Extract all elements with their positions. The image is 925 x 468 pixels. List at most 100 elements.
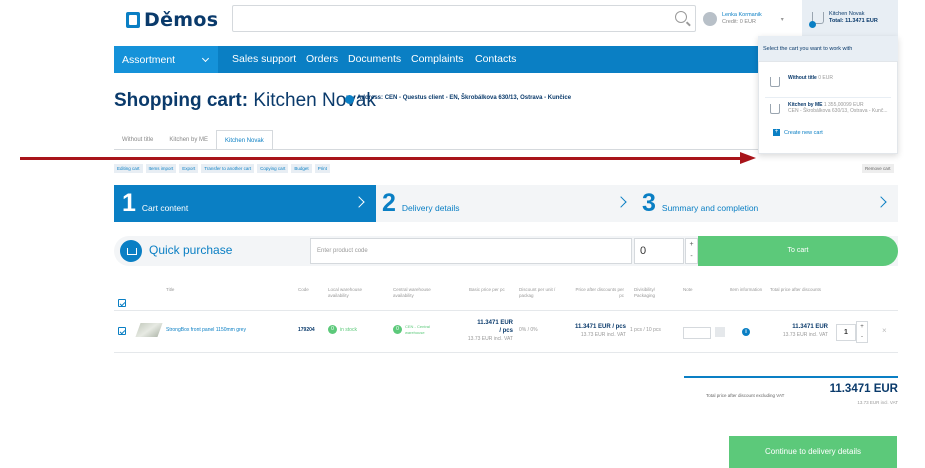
- quick-purchase-icon: [120, 240, 142, 262]
- col-code: Code: [298, 287, 309, 292]
- print-button[interactable]: Print: [314, 164, 330, 173]
- quick-purchase-label: Quick purchase: [149, 243, 233, 257]
- avatar-icon: [703, 12, 717, 26]
- local-stock-text: in stock: [340, 327, 357, 333]
- central-stock-text: CEN - Central warehouse: [405, 324, 430, 335]
- copying-cart-button[interactable]: Copying cart: [257, 164, 289, 173]
- delivery-address: Address: CEN - Questus client - EN, Škro…: [357, 95, 572, 101]
- minus-icon[interactable]: -: [686, 251, 697, 263]
- search-icon[interactable]: [675, 11, 687, 23]
- product-code: 179204: [298, 327, 315, 333]
- budget-button[interactable]: Budget: [291, 164, 312, 173]
- cart-icon: [770, 77, 780, 87]
- basic-price-unit: / pcs: [499, 328, 513, 334]
- basic-price: 11.3471 EUR: [477, 320, 513, 326]
- minus-icon[interactable]: -: [857, 332, 867, 342]
- total-label: Total price after discount excluding VAT: [706, 393, 785, 398]
- logo-text: Děmos: [144, 9, 219, 31]
- nav-item-sales-support[interactable]: Sales support: [232, 46, 296, 73]
- close-icon[interactable]: ×: [882, 326, 887, 335]
- row-total-incl: 13.73 EUR incl. VAT: [782, 332, 828, 338]
- nav-item-complaints[interactable]: Complaints: [411, 46, 464, 73]
- central-stock-badge: 0: [393, 325, 402, 334]
- product-title-link[interactable]: StrongBox front panel 1150mm grey: [166, 327, 246, 333]
- note-edit-icon[interactable]: [715, 327, 725, 337]
- user-credit: Credit: 0 EUR: [722, 19, 756, 25]
- logo[interactable]: Děmos: [126, 9, 218, 31]
- nav-item-assortment[interactable]: Assortment: [114, 46, 218, 73]
- annotation-arrow-head: [740, 152, 756, 164]
- nav-item-documents[interactable]: Documents: [348, 46, 401, 73]
- cart-dropdown-heading: Select the cart you want to work with: [758, 36, 898, 62]
- search-input[interactable]: [232, 5, 696, 32]
- product-code-input[interactable]: Enter product code: [310, 238, 632, 264]
- step-1: 1 Cart content: [122, 189, 189, 217]
- select-all-checkbox[interactable]: [118, 299, 126, 307]
- plus-icon[interactable]: +: [857, 322, 867, 332]
- cart-tabs: Without title Kitchen by ME Kitchen Nova…: [114, 130, 273, 150]
- editing-cart-button[interactable]: Editing cart: [114, 164, 143, 173]
- annotation-arrow-line: [20, 157, 742, 160]
- step-summary[interactable]: 3 Summary and completion: [642, 185, 758, 222]
- divider: [758, 61, 898, 62]
- user-name: Lenka Kormanik: [722, 12, 762, 18]
- current-cart-total: Total: 11.3471 EUR: [829, 18, 878, 24]
- price-after-discount: 11.3471 EUR / pcs: [574, 324, 626, 330]
- basic-price-incl: 13.73 EUR incl. VAT: [467, 336, 513, 342]
- step-delivery-details[interactable]: 2 Delivery details: [382, 185, 460, 222]
- tab-without-title[interactable]: Without title: [114, 130, 161, 150]
- total-incl-vat: 13.73 EUR incl. VAT: [857, 400, 898, 405]
- plus-icon: +: [773, 129, 780, 136]
- product-image: [135, 323, 163, 337]
- col-item-info: Item information: [729, 287, 763, 292]
- col-note: Note: [683, 287, 693, 292]
- quantity-stepper[interactable]: + -: [685, 238, 698, 264]
- col-divisibility: Divisibility/ Packaging: [634, 287, 656, 298]
- nav-item-contacts[interactable]: Contacts: [475, 46, 516, 73]
- local-stock-badge: 0: [328, 325, 337, 334]
- note-input[interactable]: [683, 327, 711, 339]
- cart-selector[interactable]: Kitchen Novak Total: 11.3471 EUR: [802, 0, 898, 36]
- export-button[interactable]: Export: [179, 164, 199, 173]
- total-value: 11.3471 EUR: [829, 383, 898, 395]
- user-menu[interactable]: Lenka Kormanik Credit: 0 EUR ▾: [703, 6, 795, 32]
- tab-kitchen-novak[interactable]: Kitchen Novak: [216, 130, 273, 150]
- col-local-warehouse: Local warehouse availability: [328, 287, 363, 298]
- chevron-down-icon[interactable]: ▾: [781, 16, 784, 23]
- continue-button[interactable]: Continue to delivery details: [729, 436, 897, 468]
- current-cart-name: Kitchen Novak: [829, 11, 865, 17]
- col-price-after: Price after discounts per pc: [575, 287, 624, 298]
- info-icon[interactable]: i: [742, 328, 750, 336]
- tab-kitchen-by-me[interactable]: Kitchen by ME: [161, 130, 216, 150]
- cart-actions: Editing cart Items import Export Transfe…: [114, 164, 330, 173]
- quantity-input[interactable]: 0: [634, 238, 684, 264]
- cart-icon: [809, 12, 824, 28]
- divisibility-value: 1 pcs / 10 pcs: [630, 327, 661, 333]
- transfer-cart-button[interactable]: Transfer to another cart: [201, 164, 255, 173]
- divider: [765, 97, 891, 98]
- cart-icon: [770, 104, 780, 114]
- col-total: Total price after discounts: [770, 287, 822, 292]
- create-new-cart-button[interactable]: + Create new cart: [773, 129, 823, 136]
- total-divider: [684, 376, 898, 378]
- nav-item-orders[interactable]: Orders: [306, 46, 338, 73]
- row-checkbox[interactable]: [118, 327, 126, 335]
- row-quantity-input[interactable]: 1: [836, 324, 856, 341]
- to-cart-button[interactable]: To cart: [698, 236, 898, 266]
- row-quantity-stepper[interactable]: + -: [856, 321, 868, 343]
- discount-value: 0% / 0%: [519, 327, 538, 333]
- table-header-border: [114, 310, 898, 311]
- col-basic-price: Basic price per pc: [469, 287, 505, 292]
- row-border: [114, 352, 898, 353]
- col-title: Title: [166, 287, 175, 292]
- plus-icon[interactable]: +: [686, 239, 697, 251]
- chevron-down-icon: [202, 54, 210, 62]
- remove-cart-button[interactable]: Remove cart: [862, 164, 894, 173]
- logo-icon: [126, 12, 140, 28]
- row-total-price: 11.3471 EUR: [792, 324, 828, 330]
- items-import-button[interactable]: Items import: [145, 164, 177, 173]
- cart-option-kitchen-by-me[interactable]: Kitchen by ME 1 355,00099 EUR CEN - Škro…: [770, 102, 888, 114]
- cart-option-without-title[interactable]: Without title 0 EUR: [770, 75, 833, 87]
- col-central-warehouse: Central warehouse availability: [393, 287, 431, 298]
- verified-icon: [345, 95, 354, 104]
